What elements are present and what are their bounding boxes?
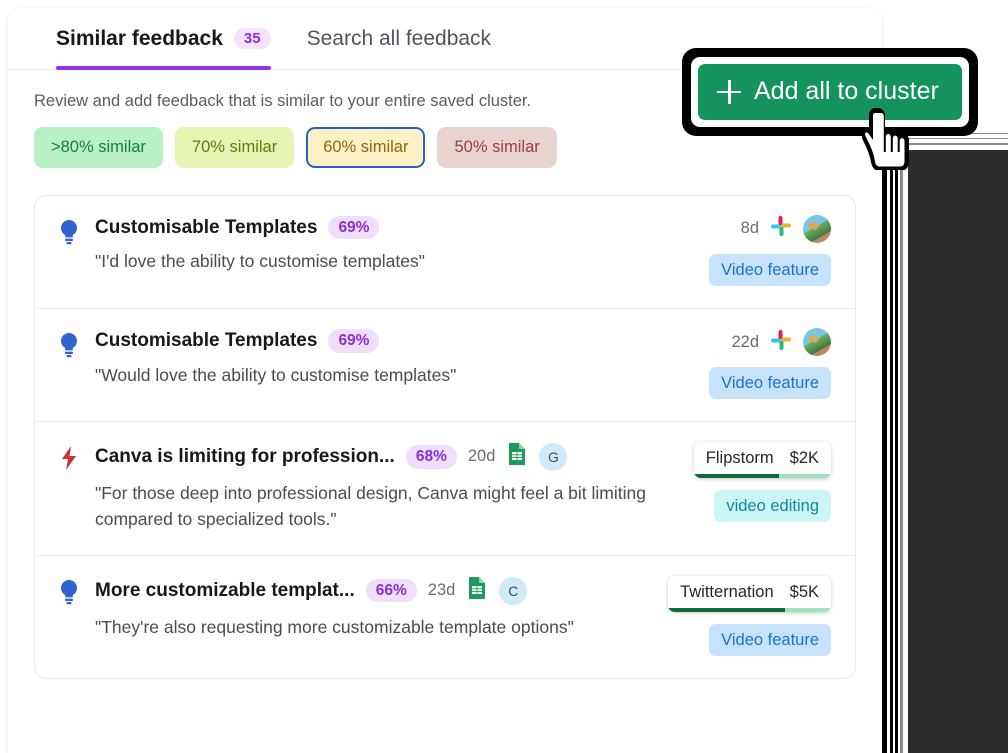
lightbulb-icon (59, 576, 83, 656)
feedback-body: More customizable templat... 66% 23d C "… (95, 576, 656, 656)
feedback-tag[interactable]: Video feature (709, 367, 831, 400)
similarity-percent: 69% (328, 329, 380, 353)
feedback-title: Customisable Templates (95, 216, 318, 238)
google-sheets-icon (466, 576, 488, 605)
feedback-row[interactable]: Customisable Templates 69% "Would love t… (35, 309, 855, 423)
feedback-list: Customisable Templates 69% "I'd love the… (34, 194, 856, 680)
add-all-to-cluster-label: Add all to cluster (754, 77, 939, 105)
feedback-title: More customizable templat... (95, 579, 355, 601)
feedback-meta: 8d Video feature (709, 214, 831, 287)
feedback-tag[interactable]: video editing (714, 490, 831, 523)
feedback-quote: "They're also requesting more customizab… (95, 617, 574, 638)
feedback-quote: "I'd love the ability to customise templ… (95, 251, 425, 272)
avatar[interactable]: C (499, 576, 528, 605)
bolt-icon (59, 442, 83, 533)
tab-similar-feedback[interactable]: Similar feedback 35 (56, 8, 271, 70)
avatar[interactable]: G (539, 442, 568, 471)
slack-icon (769, 214, 793, 243)
filter-pill-80[interactable]: >80% similar (34, 127, 163, 168)
org-value: $5K (789, 583, 819, 602)
filter-pill-50[interactable]: 50% similar (437, 127, 557, 168)
feedback-meta-top: 22d (731, 328, 831, 357)
lightbulb-icon (59, 216, 83, 286)
org-progress-bar (693, 474, 831, 479)
similarity-percent: 69% (328, 215, 380, 240)
feedback-row[interactable]: More customizable templat... 66% 23d C "… (35, 556, 855, 678)
feedback-header: Customisable Templates 69% (95, 215, 697, 240)
tab-search-all-feedback-label: Search all feedback (306, 26, 492, 50)
feedback-header: Canva is limiting for profession... 68% … (95, 442, 682, 471)
feedback-quote: "For those deep into professional design… (95, 483, 646, 530)
slack-icon (769, 328, 793, 357)
feedback-meta: Flipstorm $2K video editing (693, 442, 831, 533)
org-name: Flipstorm (705, 449, 774, 468)
feedback-header: Customisable Templates 69% (95, 329, 697, 353)
background-vertical-stripes (882, 128, 908, 753)
lightbulb-icon (59, 329, 83, 399)
feedback-title: Customisable Templates (95, 329, 318, 351)
feedback-age: 20d (467, 447, 496, 466)
plus-icon (717, 79, 741, 104)
similarity-percent: 66% (365, 578, 417, 603)
tab-search-all-feedback[interactable]: Search all feedback (307, 8, 491, 70)
feedback-age: 8d (740, 219, 759, 238)
filter-pill-70[interactable]: 70% similar (174, 127, 295, 168)
feedback-row[interactable]: Canva is limiting for profession... 68% … (35, 422, 855, 557)
tab-similar-feedback-label: Similar feedback (56, 26, 223, 50)
app-root: Similar feedback 35 Search all feedback … (0, 0, 1008, 753)
tab-similar-feedback-count: 35 (233, 28, 271, 49)
feedback-meta: 22d Video feature (709, 328, 831, 400)
feedback-age: 22d (731, 332, 759, 351)
feedback-header: More customizable templat... 66% 23d C (95, 576, 656, 605)
similarity-percent: 68% (405, 445, 457, 469)
feedback-tag[interactable]: Video feature (709, 624, 831, 657)
org-chip[interactable]: Twitternation $5K (668, 576, 831, 613)
feedback-tag[interactable]: Video feature (709, 253, 831, 287)
feedback-body: Customisable Templates 69% "Would love t… (95, 329, 697, 399)
org-chip[interactable]: Flipstorm $2K (693, 442, 831, 479)
org-name: Twitternation (680, 583, 774, 602)
avatar[interactable] (803, 328, 831, 357)
google-sheets-icon (506, 442, 528, 471)
feedback-meta-top: 8d (740, 214, 831, 243)
feedback-title: Canva is limiting for profession... (95, 445, 395, 467)
feedback-quote: "Would love the ability to customise tem… (95, 364, 457, 385)
add-all-to-cluster-highlight: Add all to cluster (682, 48, 978, 136)
filter-pill-60[interactable]: 60% similar (306, 127, 426, 168)
feedback-age: 23d (427, 581, 456, 600)
feedback-body: Canva is limiting for profession... 68% … (95, 442, 682, 533)
org-value: $2K (789, 449, 819, 468)
feedback-row[interactable]: Customisable Templates 69% "I'd love the… (35, 196, 855, 310)
add-all-to-cluster-inner: Add all to cluster (691, 57, 969, 127)
feedback-body: Customisable Templates 69% "I'd love the… (95, 215, 697, 286)
background-dark-panel (900, 148, 1008, 753)
add-all-to-cluster-button[interactable]: Add all to cluster (698, 64, 962, 120)
avatar[interactable] (803, 214, 831, 243)
feedback-meta: Twitternation $5K Video feature (668, 576, 831, 657)
org-progress-bar (668, 608, 831, 613)
